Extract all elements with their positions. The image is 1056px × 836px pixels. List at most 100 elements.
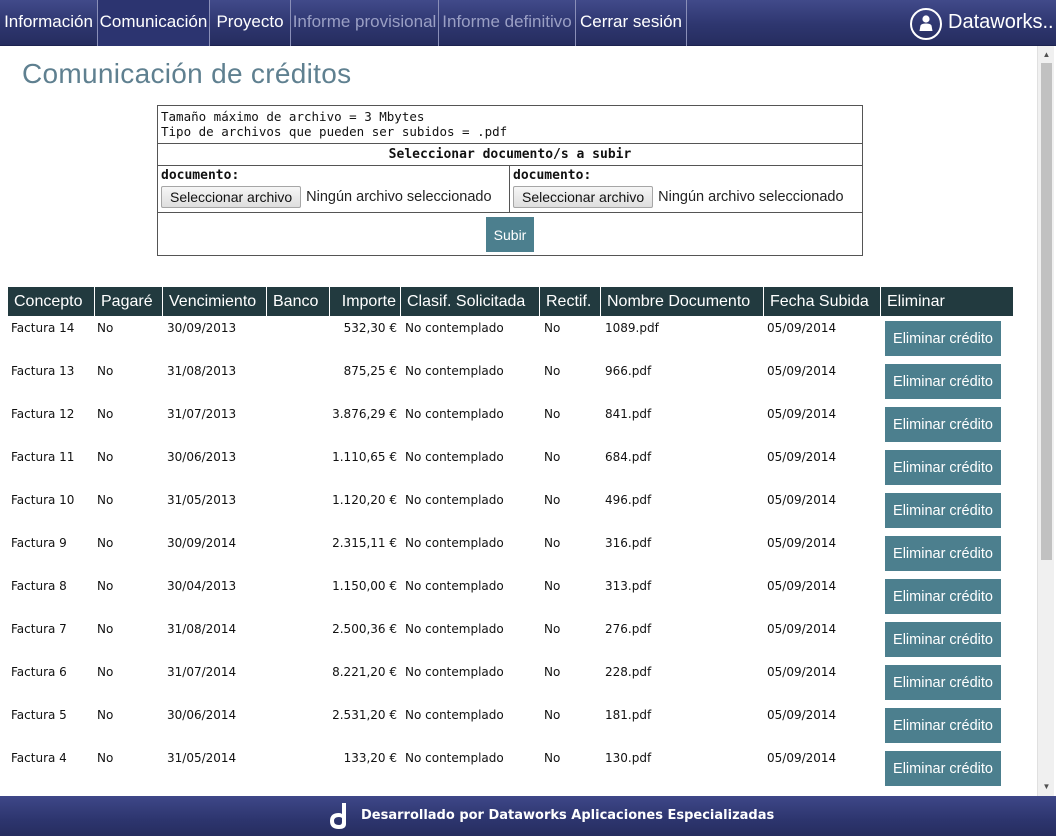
table-row: Factura 10 No 31/05/2013 1.120,20 € No conte… xyxy=(8,488,1014,531)
nav-item-informacion[interactable]: Información xyxy=(0,0,98,46)
scroll-up-arrow-icon[interactable]: ▲ xyxy=(1038,48,1055,62)
cell-clasif-solicitada: No contemplado xyxy=(405,364,504,378)
cell-importe: 1.120,20 € xyxy=(332,493,397,507)
delete-credit-button[interactable]: Eliminar crédito xyxy=(885,751,1001,786)
cell-pagare: No xyxy=(97,708,114,722)
upload-header: Seleccionar documento/s a subir xyxy=(158,144,862,166)
select-file-button[interactable]: Seleccionar archivo xyxy=(513,186,654,208)
nav-item-informe-provisional[interactable]: Informe provisional xyxy=(291,0,439,46)
cell-nombre-documento: 841.pdf xyxy=(605,407,652,421)
cell-nombre-documento: 313.pdf xyxy=(605,579,652,593)
cell-rectif: No xyxy=(544,665,561,679)
column-header-rectif: Rectif. xyxy=(540,287,600,316)
cell-vencimiento: 30/06/2014 xyxy=(167,708,237,722)
brand[interactable]: Dataworks.. xyxy=(910,0,1056,46)
cell-clasif-solicitada: No contemplado xyxy=(405,579,504,593)
column-header-nombre-documento: Nombre Documento xyxy=(601,287,763,316)
cell-vencimiento: 31/05/2013 xyxy=(167,493,237,507)
cell-importe: 2.500,36 € xyxy=(332,622,397,636)
cell-vencimiento: 31/07/2014 xyxy=(167,665,237,679)
cell-pagare: No xyxy=(97,622,114,636)
delete-credit-button[interactable]: Eliminar crédito xyxy=(885,450,1001,485)
cell-rectif: No xyxy=(544,321,561,335)
cell-nombre-documento: 316.pdf xyxy=(605,536,652,550)
cell-clasif-solicitada: No contemplado xyxy=(405,751,504,765)
table-row: Factura 7 No 31/08/2014 2.500,36 € No contem… xyxy=(8,617,1014,660)
cell-fecha-subida: 05/09/2014 xyxy=(767,450,837,464)
column-header-pagare: Pagaré xyxy=(95,287,162,316)
nav-item-comunicacion[interactable]: Comunicación xyxy=(98,0,210,46)
cell-nombre-documento: 1089.pdf xyxy=(605,321,659,335)
cell-fecha-subida: 05/09/2014 xyxy=(767,493,837,507)
upload-submit-button[interactable]: Subir xyxy=(486,217,534,252)
cell-vencimiento: 31/05/2014 xyxy=(167,751,237,765)
column-header-importe: Importe xyxy=(330,287,400,316)
select-file-button[interactable]: Seleccionar archivo xyxy=(161,186,302,208)
cell-fecha-subida: 05/09/2014 xyxy=(767,622,837,636)
delete-credit-button[interactable]: Eliminar crédito xyxy=(885,536,1001,571)
cell-nombre-documento: 684.pdf xyxy=(605,450,652,464)
nav-item-informe-definitivo[interactable]: Informe definitivo xyxy=(439,0,576,46)
delete-credit-button[interactable]: Eliminar crédito xyxy=(885,407,1001,442)
cell-importe: 133,20 € xyxy=(343,751,397,765)
delete-credit-button[interactable]: Eliminar crédito xyxy=(885,708,1001,743)
cell-rectif: No xyxy=(544,493,561,507)
cell-importe: 2.531,20 € xyxy=(332,708,397,722)
cell-fecha-subida: 05/09/2014 xyxy=(767,579,837,593)
cell-rectif: No xyxy=(544,708,561,722)
document-field-2: documento: Seleccionar archivo Ningún ar… xyxy=(510,166,862,213)
cell-nombre-documento: 276.pdf xyxy=(605,622,652,636)
cell-pagare: No xyxy=(97,450,114,464)
cell-fecha-subida: 05/09/2014 xyxy=(767,536,837,550)
cell-concepto: Factura 10 xyxy=(11,493,75,507)
cell-rectif: No xyxy=(544,579,561,593)
delete-credit-button[interactable]: Eliminar crédito xyxy=(885,665,1001,700)
file-status: Ningún archivo seleccionado xyxy=(306,189,492,205)
delete-credit-button[interactable]: Eliminar crédito xyxy=(885,579,1001,614)
cell-concepto: Factura 8 xyxy=(11,579,67,593)
delete-credit-button[interactable]: Eliminar crédito xyxy=(885,321,1001,356)
max-size-text: Tamaño máximo de archivo = 3 Mbytes xyxy=(161,109,425,124)
cell-rectif: No xyxy=(544,450,561,464)
table-row: Factura 4 No 31/05/2014 133,20 € No contempl… xyxy=(8,746,1014,789)
table-row: Factura 13 No 31/08/2013 875,25 € No contemp… xyxy=(8,359,1014,402)
scroll-down-arrow-icon[interactable]: ▼ xyxy=(1038,780,1055,794)
delete-credit-button[interactable]: Eliminar crédito xyxy=(885,622,1001,657)
cell-vencimiento: 30/09/2013 xyxy=(167,321,237,335)
nav-item-cerrar-sesion[interactable]: Cerrar sesión xyxy=(576,0,687,46)
delete-credit-button[interactable]: Eliminar crédito xyxy=(885,364,1001,399)
cell-fecha-subida: 05/09/2014 xyxy=(767,751,837,765)
cell-pagare: No xyxy=(97,536,114,550)
cell-concepto: Factura 13 xyxy=(11,364,75,378)
cell-nombre-documento: 181.pdf xyxy=(605,708,652,722)
cell-fecha-subida: 05/09/2014 xyxy=(767,364,837,378)
cell-pagare: No xyxy=(97,579,114,593)
top-navigation: Información Comunicación Proyecto Inform… xyxy=(0,0,1056,46)
brand-name: Dataworks.. xyxy=(948,11,1054,33)
cell-rectif: No xyxy=(544,536,561,550)
cell-pagare: No xyxy=(97,751,114,765)
column-header-concepto: Concepto xyxy=(8,287,94,316)
cell-nombre-documento: 228.pdf xyxy=(605,665,652,679)
cell-pagare: No xyxy=(97,407,114,421)
cell-vencimiento: 31/08/2013 xyxy=(167,364,237,378)
scroll-thumb[interactable] xyxy=(1041,63,1052,560)
column-header-vencimiento: Vencimiento xyxy=(163,287,266,316)
cell-vencimiento: 30/06/2013 xyxy=(167,450,237,464)
cell-importe: 875,25 € xyxy=(343,364,397,378)
table-row: Factura 14 No 30/09/2013 532,30 € No contemp… xyxy=(8,316,1014,359)
cell-importe: 1.110,65 € xyxy=(332,450,397,464)
delete-credit-button[interactable]: Eliminar crédito xyxy=(885,493,1001,528)
column-header-banco: Banco xyxy=(267,287,329,316)
cell-rectif: No xyxy=(544,364,561,378)
cell-fecha-subida: 05/09/2014 xyxy=(767,407,837,421)
cell-concepto: Factura 9 xyxy=(11,536,67,550)
cell-pagare: No xyxy=(97,321,114,335)
cell-rectif: No xyxy=(544,622,561,636)
column-header-clasif-solicitada: Clasif. Solicitada xyxy=(401,287,539,316)
cell-pagare: No xyxy=(97,364,114,378)
cell-vencimiento: 30/09/2014 xyxy=(167,536,237,550)
upload-panel: Tamaño máximo de archivo = 3 Mbytes Tipo… xyxy=(157,105,863,256)
nav-item-proyecto[interactable]: Proyecto xyxy=(210,0,291,46)
vertical-scrollbar[interactable]: ▲ ▼ xyxy=(1037,46,1054,796)
